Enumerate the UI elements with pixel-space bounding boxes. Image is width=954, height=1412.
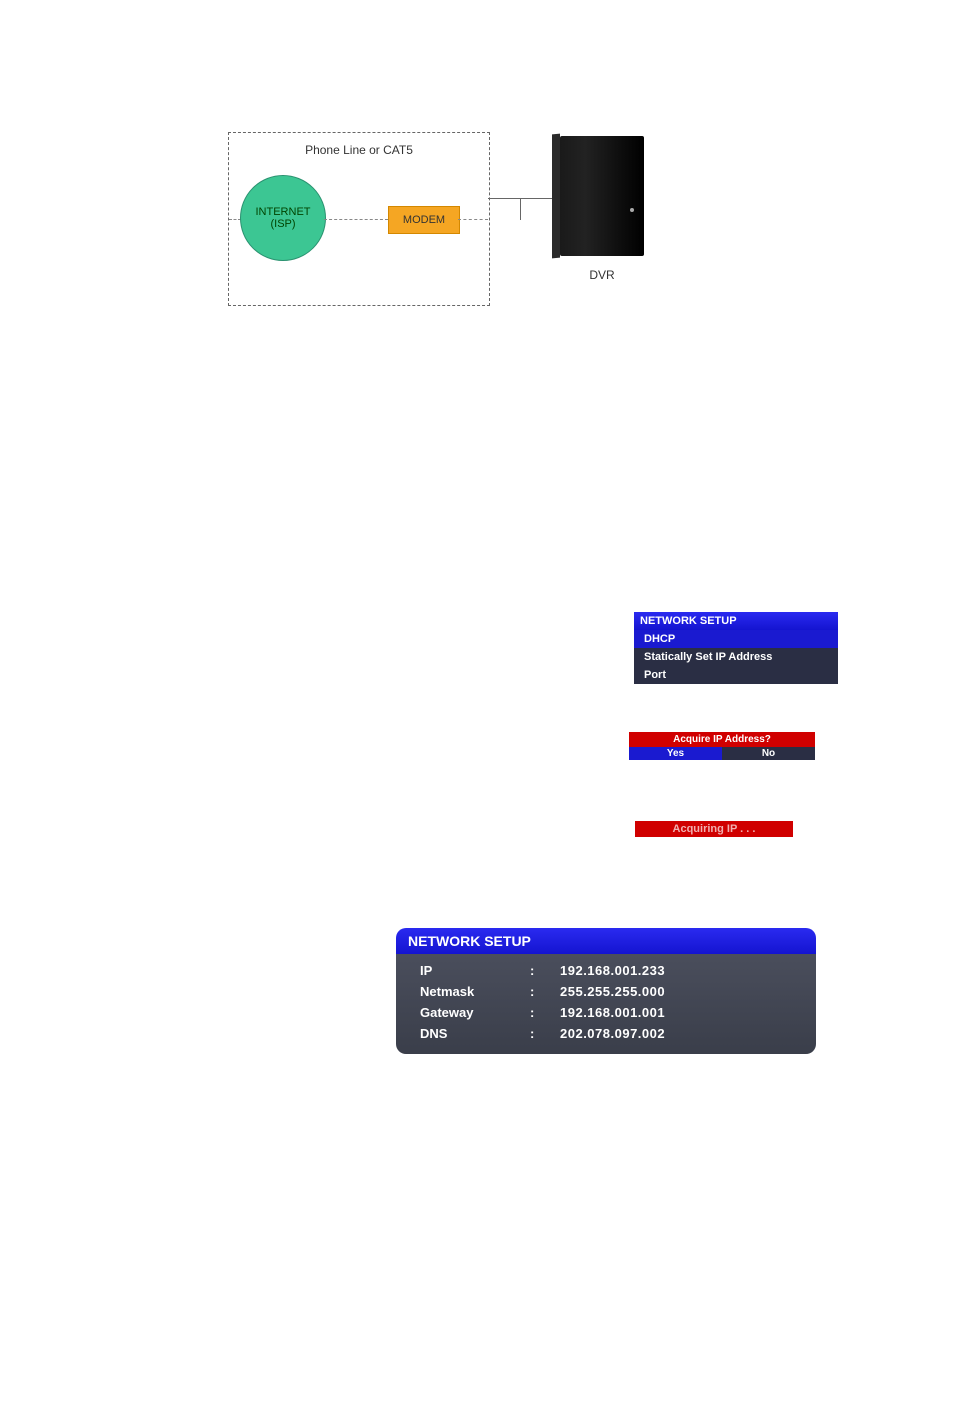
dashed-connector (458, 219, 488, 220)
row-value: 192.168.001.001 (560, 1005, 792, 1020)
row-value: 192.168.001.233 (560, 963, 792, 978)
network-setup-panel: NETWORK SETUP IP : 192.168.001.233 Netma… (396, 928, 816, 1054)
modem-node: MODEM (388, 206, 460, 234)
row-label: DNS (420, 1026, 530, 1041)
acquire-yes-button[interactable]: Yes (629, 747, 722, 760)
row-colon: : (530, 1005, 560, 1020)
network-row-ip: IP : 192.168.001.233 (396, 960, 816, 981)
dashed-connector (324, 219, 388, 220)
dvr-label: DVR (560, 268, 644, 282)
internet-node: INTERNET (ISP) (240, 175, 326, 261)
network-setup-menu-body: DHCP Statically Set IP Address Port (634, 630, 838, 684)
row-colon: : (530, 963, 560, 978)
network-setup-menu-title: NETWORK SETUP (634, 612, 838, 630)
row-value: 202.078.097.002 (560, 1026, 792, 1041)
modem-node-label: MODEM (403, 214, 445, 226)
row-label: Gateway (420, 1005, 530, 1020)
dvr-icon (560, 136, 644, 256)
acquire-ip-options: Yes No (629, 747, 815, 760)
row-value: 255.255.255.000 (560, 984, 792, 999)
network-setup-menu: NETWORK SETUP DHCP Statically Set IP Add… (634, 612, 838, 684)
internet-node-label: INTERNET (ISP) (256, 206, 311, 230)
row-colon: : (530, 1026, 560, 1041)
row-label: Netmask (420, 984, 530, 999)
network-setup-panel-body: IP : 192.168.001.233 Netmask : 255.255.2… (396, 954, 816, 1054)
row-colon: : (530, 984, 560, 999)
acquire-no-button[interactable]: No (722, 747, 815, 760)
network-row-dns: DNS : 202.078.097.002 (396, 1023, 816, 1044)
diagram-box-label: Phone Line or CAT5 (229, 143, 489, 157)
acquire-ip-title: Acquire IP Address? (629, 732, 815, 747)
menu-item-dhcp[interactable]: DHCP (634, 630, 838, 648)
acquire-ip-prompt: Acquire IP Address? Yes No (629, 732, 815, 760)
network-setup-panel-title: NETWORK SETUP (396, 928, 816, 954)
menu-item-port[interactable]: Port (634, 666, 838, 684)
network-row-gateway: Gateway : 192.168.001.001 (396, 1002, 816, 1023)
acquiring-ip-status: Acquiring IP . . . (635, 821, 793, 837)
menu-item-static-ip[interactable]: Statically Set IP Address (634, 648, 838, 666)
row-label: IP (420, 963, 530, 978)
solid-connector (520, 198, 521, 220)
network-row-netmask: Netmask : 255.255.255.000 (396, 981, 816, 1002)
solid-connector (488, 198, 558, 199)
